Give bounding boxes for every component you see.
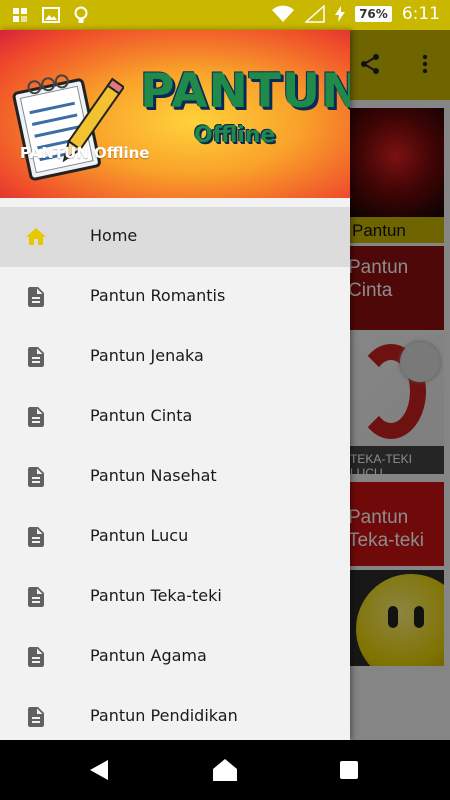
battery-level: 76% — [355, 6, 392, 22]
drawer-header: PANTUN Offline PANTUN Offline — [0, 30, 350, 198]
gallery-grid-icon — [13, 8, 27, 22]
document-icon — [28, 407, 44, 427]
signal-icon — [305, 5, 325, 23]
system-nav-bar — [0, 740, 450, 800]
drawer-menu: Home Pantun Romantis Pantun Jenaka Pantu… — [0, 207, 350, 740]
menu-item-pantun-lucu[interactable]: Pantun Lucu — [0, 507, 350, 567]
menu-item-pantun-cinta[interactable]: Pantun Cinta — [0, 387, 350, 447]
back-icon[interactable] — [88, 758, 110, 782]
navigation-drawer: PANTUN Offline PANTUN Offline Home Pantu… — [0, 30, 350, 740]
document-icon — [28, 287, 44, 307]
home-icon[interactable] — [212, 758, 238, 782]
header-subtitle: PANTUN Offline — [20, 144, 150, 162]
menu-item-label: Pantun Cinta — [90, 406, 193, 425]
brand-subtitle: Offline — [194, 123, 276, 148]
brand-title: PANTUN — [140, 64, 350, 119]
image-icon — [42, 7, 60, 23]
recents-icon[interactable] — [339, 760, 359, 780]
menu-item-pantun-romantis[interactable]: Pantun Romantis — [0, 267, 350, 327]
home-icon — [26, 228, 46, 245]
document-icon — [28, 647, 44, 667]
menu-item-pantun-teka-teki[interactable]: Pantun Teka-teki — [0, 567, 350, 627]
document-icon — [28, 467, 44, 487]
bulb-icon — [74, 6, 88, 23]
menu-item-label: Pantun Romantis — [90, 286, 226, 305]
wifi-icon — [272, 5, 295, 22]
menu-item-pantun-nasehat[interactable]: Pantun Nasehat — [0, 447, 350, 507]
menu-item-pantun-pendidikan[interactable]: Pantun Pendidikan — [0, 687, 350, 740]
menu-item-label: Pantun Nasehat — [90, 466, 217, 485]
document-icon — [28, 527, 44, 547]
menu-item-label: Pantun Pendidikan — [90, 706, 238, 725]
document-icon — [28, 707, 44, 727]
menu-item-home[interactable]: Home — [0, 207, 350, 267]
menu-item-label: Home — [90, 226, 138, 245]
clock: 6:11 — [401, 4, 440, 24]
menu-item-pantun-agama[interactable]: Pantun Agama — [0, 627, 350, 687]
notepad-pencil-icon — [12, 74, 124, 181]
menu-item-label: Pantun Agama — [90, 646, 207, 665]
document-icon — [28, 587, 44, 607]
status-bar: 76% 6:11 — [0, 0, 450, 30]
menu-item-label: Pantun Jenaka — [90, 346, 204, 365]
charging-icon — [335, 6, 346, 22]
menu-item-label: Pantun Lucu — [90, 526, 189, 545]
document-icon — [28, 347, 44, 367]
menu-item-pantun-jenaka[interactable]: Pantun Jenaka — [0, 327, 350, 387]
menu-item-label: Pantun Teka-teki — [90, 586, 222, 605]
